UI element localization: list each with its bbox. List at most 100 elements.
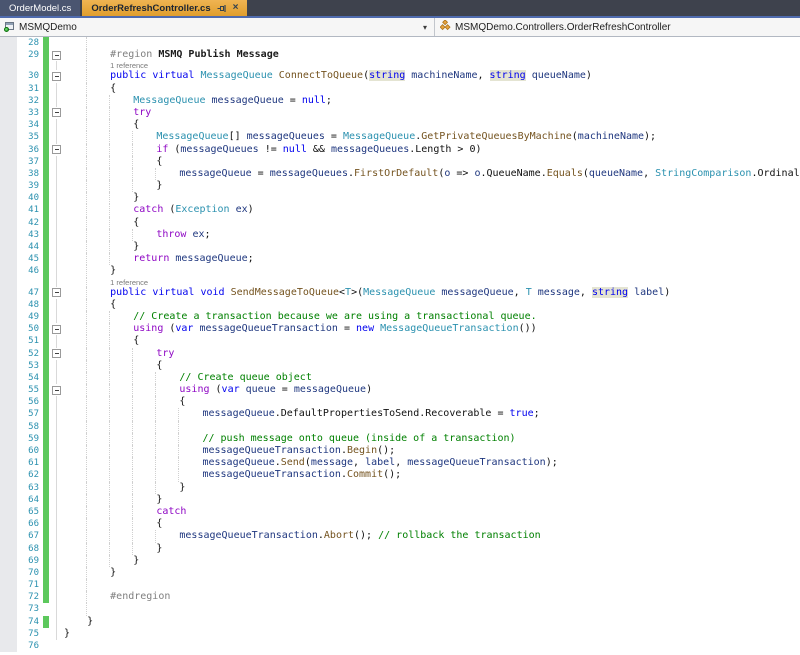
code-line[interactable]: 56 {: [0, 396, 800, 408]
breakpoint-margin[interactable]: [0, 567, 17, 579]
breakpoint-margin[interactable]: [0, 591, 17, 603]
breakpoint-margin[interactable]: [0, 421, 17, 433]
breakpoint-margin[interactable]: [0, 278, 17, 287]
code-line[interactable]: 65 catch: [0, 506, 800, 518]
breakpoint-margin[interactable]: [0, 445, 17, 457]
code-line[interactable]: 41 catch (Exception ex): [0, 204, 800, 216]
code-line[interactable]: 43 throw ex;: [0, 229, 800, 241]
breakpoint-margin[interactable]: [0, 433, 17, 445]
breakpoint-margin[interactable]: [0, 192, 17, 204]
code-line[interactable]: 42 {: [0, 217, 800, 229]
breakpoint-margin[interactable]: [0, 168, 17, 180]
breakpoint-margin[interactable]: [0, 628, 17, 640]
code-line[interactable]: 71: [0, 579, 800, 591]
breakpoint-margin[interactable]: [0, 384, 17, 396]
code-line[interactable]: 72 #endregion: [0, 591, 800, 603]
code-line[interactable]: 60 messageQueueTransaction.Begin();: [0, 445, 800, 457]
breakpoint-margin[interactable]: [0, 408, 17, 420]
code-line[interactable]: 55 using (var queue = messageQueue): [0, 384, 800, 396]
code-line[interactable]: 28: [0, 37, 800, 49]
breakpoint-margin[interactable]: [0, 265, 17, 277]
breakpoint-margin[interactable]: [0, 348, 17, 360]
breakpoint-margin[interactable]: [0, 506, 17, 518]
code-line[interactable]: 57 messageQueue.DefaultPropertiesToSend.…: [0, 408, 800, 420]
code-line[interactable]: 75}: [0, 628, 800, 640]
code-editor[interactable]: 28 29 #region MSMQ Publish Message 1 ref…: [0, 37, 800, 655]
code-line[interactable]: 51 {: [0, 335, 800, 347]
collapse-box[interactable]: [52, 72, 61, 81]
code-line[interactable]: 64 }: [0, 494, 800, 506]
breakpoint-margin[interactable]: [0, 311, 17, 323]
tab-ordermodel[interactable]: OrderModel.cs: [0, 0, 80, 16]
code-line[interactable]: 33 try: [0, 107, 800, 119]
code-line[interactable]: 59 // push message onto queue (inside of…: [0, 433, 800, 445]
collapse-box[interactable]: [52, 108, 61, 117]
breakpoint-margin[interactable]: [0, 579, 17, 591]
breakpoint-margin[interactable]: [0, 457, 17, 469]
code-line[interactable]: 53 {: [0, 360, 800, 372]
collapse-box[interactable]: [52, 288, 61, 297]
breakpoint-margin[interactable]: [0, 83, 17, 95]
code-line[interactable]: 74 }: [0, 616, 800, 628]
code-line[interactable]: 73: [0, 603, 800, 615]
breakpoint-margin[interactable]: [0, 287, 17, 299]
tab-orderrefreshcontroller[interactable]: OrderRefreshController.cs ×: [82, 0, 247, 16]
code-line[interactable]: 44 }: [0, 241, 800, 253]
breakpoint-margin[interactable]: [0, 530, 17, 542]
code-line[interactable]: 66 {: [0, 518, 800, 530]
code-line[interactable]: 54 // Create queue object: [0, 372, 800, 384]
code-line[interactable]: 45 return messageQueue;: [0, 253, 800, 265]
breakpoint-margin[interactable]: [0, 323, 17, 335]
breakpoint-margin[interactable]: [0, 518, 17, 530]
code-line[interactable]: 69 }: [0, 555, 800, 567]
code-line[interactable]: 32 MessageQueue messageQueue = null;: [0, 95, 800, 107]
breakpoint-margin[interactable]: [0, 372, 17, 384]
codelens-line[interactable]: 1 reference: [0, 61, 800, 70]
code-line[interactable]: 70 }: [0, 567, 800, 579]
breakpoint-margin[interactable]: [0, 360, 17, 372]
breakpoint-margin[interactable]: [0, 299, 17, 311]
breakpoint-margin[interactable]: [0, 229, 17, 241]
code-line[interactable]: 39 }: [0, 180, 800, 192]
code-line[interactable]: 30 public virtual MessageQueue ConnectTo…: [0, 70, 800, 82]
breakpoint-margin[interactable]: [0, 469, 17, 481]
breakpoint-margin[interactable]: [0, 37, 17, 49]
breakpoint-margin[interactable]: [0, 603, 17, 615]
breakpoint-margin[interactable]: [0, 543, 17, 555]
breakpoint-margin[interactable]: [0, 180, 17, 192]
type-dropdown[interactable]: MSMQDemo.Controllers.OrderRefreshControl…: [435, 18, 800, 36]
code-line[interactable]: 47 public virtual void SendMessageToQueu…: [0, 287, 800, 299]
breakpoint-margin[interactable]: [0, 119, 17, 131]
breakpoint-margin[interactable]: [0, 555, 17, 567]
breakpoint-margin[interactable]: [0, 253, 17, 265]
code-line[interactable]: 29 #region MSMQ Publish Message: [0, 49, 800, 61]
breakpoint-margin[interactable]: [0, 494, 17, 506]
code-line[interactable]: 34 {: [0, 119, 800, 131]
breakpoint-margin[interactable]: [0, 95, 17, 107]
breakpoint-margin[interactable]: [0, 49, 17, 61]
breakpoint-margin[interactable]: [0, 217, 17, 229]
code-line[interactable]: 63 }: [0, 482, 800, 494]
breakpoint-margin[interactable]: [0, 107, 17, 119]
breakpoint-margin[interactable]: [0, 335, 17, 347]
code-line[interactable]: 76: [0, 640, 800, 652]
codelens-line[interactable]: 1 reference: [0, 278, 800, 287]
code-line[interactable]: 48 {: [0, 299, 800, 311]
code-line[interactable]: 68 }: [0, 543, 800, 555]
code-line[interactable]: 35 MessageQueue[] messageQueues = Messag…: [0, 131, 800, 143]
breakpoint-margin[interactable]: [0, 241, 17, 253]
breakpoint-margin[interactable]: [0, 640, 17, 652]
code-line[interactable]: 52 try: [0, 348, 800, 360]
collapse-box[interactable]: [52, 386, 61, 395]
code-line[interactable]: 36 if (messageQueues != null && messageQ…: [0, 144, 800, 156]
code-line[interactable]: 58: [0, 421, 800, 433]
code-line[interactable]: 46 }: [0, 265, 800, 277]
code-line[interactable]: 62 messageQueueTransaction.Commit();: [0, 469, 800, 481]
collapse-box[interactable]: [52, 145, 61, 154]
breakpoint-margin[interactable]: [0, 61, 17, 70]
collapse-box[interactable]: [52, 51, 61, 60]
close-icon[interactable]: ×: [233, 3, 239, 13]
code-line[interactable]: 50 using (var messageQueueTransaction = …: [0, 323, 800, 335]
breakpoint-margin[interactable]: [0, 156, 17, 168]
code-line[interactable]: 67 messageQueueTransaction.Abort(); // r…: [0, 530, 800, 542]
